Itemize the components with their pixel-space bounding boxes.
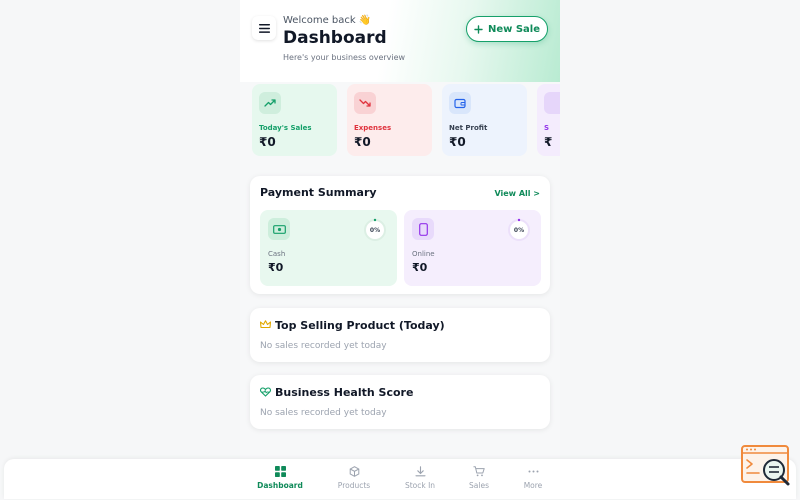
stat-value: ₹0 xyxy=(449,135,466,149)
page-title: Dashboard xyxy=(283,28,387,48)
nav-more[interactable]: More xyxy=(503,466,563,490)
stat-card-net-profit[interactable]: Net Profit ₹0 xyxy=(442,84,527,156)
stat-label: Net Profit xyxy=(449,124,488,132)
box-icon xyxy=(349,466,359,477)
cash-label: Cash xyxy=(268,250,286,258)
stat-card-todays-sales[interactable]: Today's Sales ₹0 xyxy=(252,84,337,156)
cash-value: ₹0 xyxy=(268,261,284,274)
app-screen: Welcome back 👋 Dashboard Here's your bus… xyxy=(240,0,560,460)
payment-summary-title: Payment Summary xyxy=(260,186,377,199)
stat-value: ₹0 xyxy=(354,135,371,149)
stat-label: Today's Sales xyxy=(259,124,312,132)
new-sale-button[interactable]: New Sale xyxy=(466,16,548,42)
stats-carousel[interactable]: Today's Sales ₹0 Expenses ₹0 Net Profit … xyxy=(252,84,560,158)
online-percent: 0% xyxy=(513,226,525,234)
cash-icon xyxy=(268,218,290,240)
stat-value: ₹ xyxy=(544,135,553,149)
stat-value: ₹0 xyxy=(259,135,276,149)
stat-label: S xyxy=(544,124,550,132)
cart-icon xyxy=(473,466,485,477)
online-label: Online xyxy=(412,250,435,258)
heart-pulse-icon xyxy=(260,387,271,397)
nav-label: Products xyxy=(337,481,371,490)
nav-label: Sales xyxy=(469,481,489,490)
top-selling-empty: No sales recorded yet today xyxy=(260,341,387,351)
nav-label: Stock In xyxy=(404,481,436,490)
health-score-card: Business Health Score No sales recorded … xyxy=(250,375,550,429)
more-icon xyxy=(528,470,538,473)
nav-label: More xyxy=(523,481,543,490)
plus-icon xyxy=(474,24,483,34)
stat-icon xyxy=(544,92,560,114)
online-value: ₹0 xyxy=(412,261,428,274)
top-selling-title: Top Selling Product (Today) xyxy=(275,319,445,332)
bottom-navigation: Dashboard Products Stock In Sales More xyxy=(4,459,796,499)
payment-summary-card: Payment Summary View All > 0% Cash ₹0 0% xyxy=(250,176,550,294)
crown-icon xyxy=(260,320,271,329)
hamburger-icon xyxy=(258,23,270,33)
cash-payment-box[interactable]: 0% Cash ₹0 xyxy=(260,210,397,286)
top-selling-card: Top Selling Product (Today) No sales rec… xyxy=(250,308,550,362)
new-sale-label: New Sale xyxy=(487,23,541,35)
trending-up-icon xyxy=(259,92,281,114)
stat-card-expenses[interactable]: Expenses ₹0 xyxy=(347,84,432,156)
cash-percent: 0% xyxy=(369,226,381,234)
view-all-link[interactable]: View All > xyxy=(494,189,540,198)
health-score-title: Business Health Score xyxy=(275,386,414,399)
menu-button[interactable] xyxy=(252,16,276,40)
nav-products[interactable]: Products xyxy=(324,466,384,490)
dashboard-header: Welcome back 👋 Dashboard Here's your bus… xyxy=(240,0,560,82)
trending-down-icon xyxy=(354,92,376,114)
stat-card-partial[interactable]: S ₹ xyxy=(537,84,560,156)
code-search-widget-icon[interactable] xyxy=(741,445,791,487)
health-score-empty: No sales recorded yet today xyxy=(260,408,387,418)
nav-stock-in[interactable]: Stock In xyxy=(390,466,450,490)
phone-icon xyxy=(412,218,434,240)
grid-icon xyxy=(274,466,286,477)
wallet-icon xyxy=(449,92,471,114)
nav-sales[interactable]: Sales xyxy=(449,466,509,490)
welcome-text: Welcome back 👋 xyxy=(283,15,372,26)
page-subtitle: Here's your business overview xyxy=(283,53,406,62)
online-payment-box[interactable]: 0% Online ₹0 xyxy=(404,210,541,286)
nav-dashboard[interactable]: Dashboard xyxy=(250,466,310,490)
download-icon xyxy=(414,466,426,477)
stat-label: Expenses xyxy=(354,124,392,132)
nav-label: Dashboard xyxy=(257,481,303,490)
